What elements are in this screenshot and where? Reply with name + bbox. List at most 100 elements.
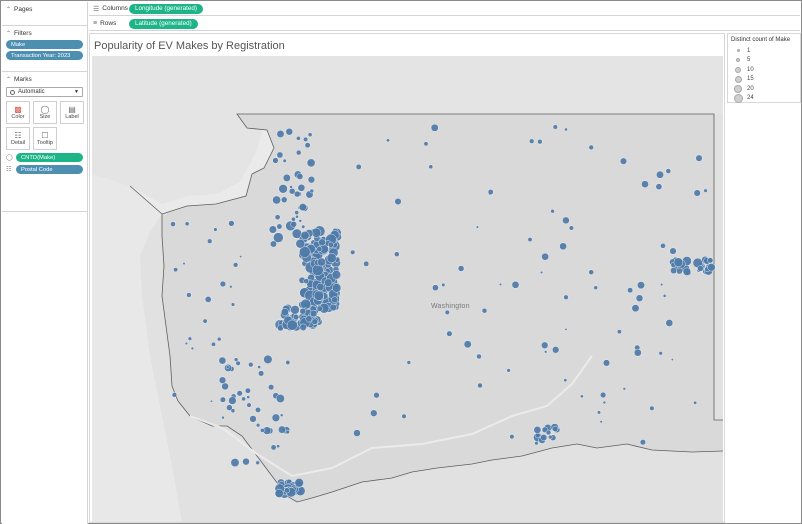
postal-code-mark[interactable]	[296, 136, 301, 141]
postal-code-mark[interactable]	[309, 188, 315, 194]
filter-pill-transaction-year[interactable]: Transaction Year: 2023	[6, 51, 83, 60]
postal-code-mark[interactable]	[665, 168, 671, 174]
postal-code-mark[interactable]	[540, 434, 548, 441]
postal-code-mark[interactable]	[641, 180, 649, 188]
map-area[interactable]: Washington	[92, 56, 723, 522]
postal-code-mark[interactable]	[509, 434, 515, 440]
postal-code-mark[interactable]	[211, 341, 216, 347]
postal-code-mark[interactable]	[673, 257, 684, 267]
columns-shelf[interactable]: ☰ Columns Longitude (generated)	[89, 2, 800, 16]
postal-code-mark[interactable]	[329, 303, 337, 312]
postal-code-mark[interactable]	[693, 400, 697, 405]
postal-code-mark[interactable]	[540, 270, 544, 274]
postal-code-mark[interactable]	[697, 265, 704, 272]
postal-code-mark[interactable]	[307, 176, 316, 184]
postal-code-mark[interactable]	[588, 144, 594, 151]
postal-code-mark[interactable]	[373, 392, 380, 399]
postal-code-mark[interactable]	[270, 444, 277, 451]
postal-code-mark[interactable]	[295, 149, 302, 156]
postal-code-mark[interactable]	[656, 170, 664, 179]
postal-code-mark[interactable]	[173, 267, 179, 273]
postal-code-mark[interactable]	[669, 247, 677, 255]
postal-code-mark[interactable]	[285, 429, 290, 435]
postal-code-mark[interactable]	[660, 283, 664, 287]
postal-code-mark[interactable]	[184, 341, 188, 346]
postal-code-mark[interactable]	[282, 174, 291, 182]
postal-code-mark[interactable]	[299, 307, 307, 315]
postal-code-mark[interactable]	[284, 487, 290, 494]
postal-code-mark[interactable]	[580, 394, 584, 399]
postal-code-mark[interactable]	[204, 296, 212, 303]
postal-code-mark[interactable]	[676, 267, 683, 275]
postal-code-mark[interactable]	[306, 158, 316, 168]
postal-code-mark[interactable]	[229, 285, 233, 289]
postal-code-mark[interactable]	[288, 187, 296, 195]
postal-code-mark[interactable]	[423, 141, 429, 147]
postal-code-mark[interactable]	[235, 360, 241, 366]
postal-code-mark[interactable]	[225, 365, 230, 369]
collapse-icon[interactable]: ⌃	[6, 76, 14, 83]
postal-code-mark[interactable]	[218, 376, 227, 384]
postal-code-mark[interactable]	[246, 395, 250, 399]
postal-code-mark[interactable]	[627, 287, 633, 294]
postal-code-mark[interactable]	[331, 270, 342, 280]
postal-code-mark[interactable]	[394, 251, 400, 257]
postal-code-mark[interactable]	[506, 368, 511, 373]
postal-code-mark[interactable]	[276, 444, 281, 449]
postal-code-mark[interactable]	[541, 252, 549, 261]
postal-code-mark[interactable]	[190, 346, 194, 350]
postal-code-mark[interactable]	[620, 157, 628, 165]
postal-code-mark[interactable]	[298, 203, 307, 212]
postal-code-mark[interactable]	[184, 221, 190, 227]
postal-code-mark[interactable]	[171, 392, 178, 398]
postal-code-mark[interactable]	[258, 370, 265, 377]
postal-code-mark[interactable]	[693, 189, 701, 197]
postal-code-mark[interactable]	[386, 138, 390, 143]
postal-code-mark[interactable]	[326, 253, 337, 263]
postal-code-mark[interactable]	[272, 195, 281, 205]
detail-button[interactable]: ☷ Detail	[6, 127, 30, 150]
postal-code-mark[interactable]	[316, 246, 323, 253]
postal-code-mark[interactable]	[295, 214, 299, 219]
postal-code-mark[interactable]	[255, 460, 260, 465]
postal-code-mark[interactable]	[244, 387, 251, 394]
postal-code-mark[interactable]	[317, 257, 326, 267]
postal-code-mark[interactable]	[331, 296, 338, 303]
postal-code-mark[interactable]	[548, 434, 553, 440]
postal-code-mark[interactable]	[602, 400, 607, 405]
postal-code-mark[interactable]	[511, 280, 520, 289]
postal-code-mark[interactable]	[278, 184, 288, 194]
postal-code-mark[interactable]	[655, 183, 663, 190]
size-button[interactable]: ◯ Size	[33, 101, 57, 124]
postal-code-mark[interactable]	[316, 283, 325, 291]
postal-code-mark[interactable]	[537, 139, 543, 145]
postal-code-mark[interactable]	[186, 292, 192, 298]
postal-code-mark[interactable]	[274, 488, 284, 498]
postal-code-mark[interactable]	[593, 285, 598, 290]
postal-code-mark[interactable]	[588, 269, 594, 275]
marks-card-header[interactable]: ⌃ Marks	[6, 74, 83, 84]
postal-code-mark[interactable]	[634, 348, 642, 357]
postal-code-mark[interactable]	[239, 255, 243, 259]
postal-code-mark[interactable]	[703, 188, 708, 193]
postal-code-mark[interactable]	[182, 262, 186, 266]
postal-code-mark[interactable]	[559, 242, 567, 251]
postal-code-mark[interactable]	[545, 429, 552, 436]
postal-code-mark[interactable]	[263, 354, 273, 364]
postal-code-mark[interactable]	[257, 365, 261, 369]
postal-code-mark[interactable]	[272, 157, 279, 164]
postal-code-mark[interactable]	[285, 127, 294, 136]
postal-code-mark[interactable]	[207, 238, 213, 244]
postal-code-mark[interactable]	[310, 309, 318, 318]
postal-code-mark[interactable]	[541, 341, 549, 349]
postal-code-mark[interactable]	[187, 336, 192, 341]
postal-code-mark[interactable]	[332, 283, 342, 293]
postal-code-pill[interactable]: Postal Code	[16, 165, 83, 174]
postal-code-mark[interactable]	[363, 260, 370, 267]
postal-code-mark[interactable]	[476, 353, 482, 360]
postal-code-mark[interactable]	[600, 391, 607, 399]
postal-code-mark[interactable]	[428, 164, 434, 170]
postal-code-mark[interactable]	[297, 183, 306, 192]
postal-code-mark[interactable]	[637, 281, 645, 290]
postal-code-mark[interactable]	[353, 429, 361, 437]
